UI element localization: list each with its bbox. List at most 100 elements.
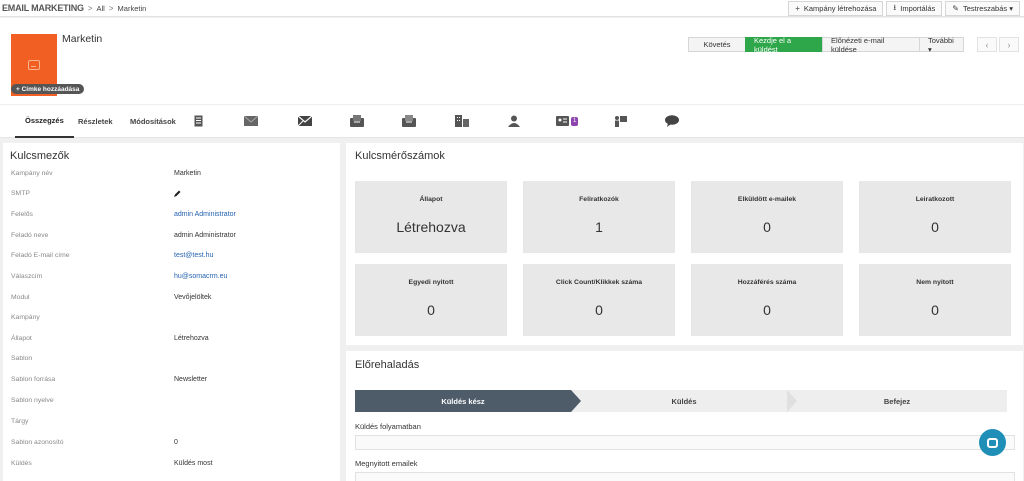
step-send-ready[interactable]: Küldés kész: [355, 390, 571, 412]
field-label: Sablon: [11, 355, 33, 362]
opened-emails-label: Megnyitott emailek: [355, 459, 418, 468]
metric-value: 0: [595, 302, 603, 318]
import-button[interactable]: ⭳ Importálás: [886, 1, 943, 16]
metric-value: 0: [427, 302, 435, 318]
email-outline-icon[interactable]: [298, 114, 312, 128]
sending-progress-label: Küldés folyamatban: [355, 422, 421, 431]
pencil-icon[interactable]: [174, 190, 181, 199]
metric-value: 0: [763, 219, 771, 235]
leads-card-icon[interactable]: 1: [556, 114, 579, 128]
field-label: Állapot: [11, 335, 32, 342]
tab-updates[interactable]: Módosítások: [130, 105, 176, 138]
header-actions: Követés Kezdje el a küldést Előnézeti e-…: [688, 36, 964, 54]
step-sending[interactable]: Küldés: [581, 390, 787, 412]
key-metrics-panel: Kulcsmérőszámok Állapot Létrehozva Felir…: [346, 143, 1023, 345]
breadcrumb-module[interactable]: EMAIL MARKETING: [2, 3, 84, 13]
record-navigation: ‹ ›: [977, 37, 1019, 52]
metric-label: Egyedi nyitott: [408, 279, 454, 286]
sending-progress-bar: [355, 435, 1015, 450]
progress-panel: Előrehaladás Küldés kész Küldés Befejez …: [346, 351, 1023, 481]
field-value: 0: [174, 439, 178, 446]
metric-card-status: Állapot Létrehozva: [355, 181, 507, 253]
field-label: Kampány név: [11, 170, 53, 177]
download-icon: ⭳: [893, 2, 897, 12]
metric-card-access-count: Hozzáférés száma 0: [691, 264, 843, 336]
metric-value: 0: [763, 302, 771, 318]
send-preview-email-button[interactable]: Előnézeti e-mail küldése: [822, 36, 920, 54]
create-campaign-label: Kampány létrehozása: [803, 4, 877, 13]
email-icon[interactable]: [244, 114, 258, 128]
breadcrumb-separator: >: [108, 3, 114, 13]
field-value: Marketin: [174, 170, 201, 177]
top-actions: + Kampány létrehozása ⭳ Importálás ✎ Tes…: [788, 1, 1020, 16]
mail-queue-icon[interactable]: [402, 114, 416, 128]
create-campaign-button[interactable]: + Kampány létrehozása: [788, 1, 884, 16]
plus-icon: +: [795, 4, 800, 13]
chat-button[interactable]: [979, 429, 1006, 456]
metric-value: 0: [931, 302, 939, 318]
documents-icon[interactable]: [194, 114, 203, 128]
key-metrics-title: Kulcsmérőszámok: [355, 150, 445, 162]
opened-emails-bar: [355, 472, 1015, 481]
more-dropdown-button[interactable]: További ▾: [919, 36, 964, 54]
campaign-email-icon[interactable]: [350, 114, 364, 128]
tab-details[interactable]: Részletek: [78, 105, 113, 138]
metric-label: Leiratkozott: [915, 196, 955, 203]
metric-card-unsubscribed: Leiratkozott 0: [859, 181, 1011, 253]
field-label: SMTP: [11, 190, 30, 197]
metric-card-not-opened: Nem nyitott 0: [859, 264, 1011, 336]
key-fields-title: Kulcsmezők: [10, 150, 70, 162]
breadcrumb-separator: >: [87, 3, 93, 13]
field-value: Vevőjelöltek: [174, 294, 212, 301]
breadcrumb-all[interactable]: All: [97, 4, 105, 13]
record-title: Marketin: [62, 33, 103, 45]
metric-value: 1: [595, 219, 603, 235]
sender-email-link[interactable]: test@test.hu: [174, 252, 213, 259]
chat-icon: [987, 437, 998, 448]
progress-steps: Küldés kész Küldés Befejez: [355, 390, 1007, 412]
field-label: Sablon nyelve: [11, 397, 54, 404]
field-label: Felelős: [11, 211, 33, 218]
presenter-icon[interactable]: [614, 114, 627, 128]
metric-value: Létrehozva: [396, 219, 466, 235]
tab-summary[interactable]: Összegzés: [15, 105, 74, 138]
metric-card-subscribers: Feliratkozók 1: [523, 181, 675, 253]
metric-card-sent-emails: Elküldött e-mailek 0: [691, 181, 843, 253]
field-label: Modul: [11, 294, 30, 301]
follow-button[interactable]: Követés: [688, 37, 746, 52]
field-label: Küldés: [11, 460, 32, 467]
leads-count-badge: 1: [571, 116, 579, 126]
metric-card-click-count: Click Count/Klikkek száma 0: [523, 264, 675, 336]
breadcrumb-current: Marketin: [117, 3, 147, 13]
organizations-icon[interactable]: [455, 114, 469, 128]
record-header: Marketin + Címke hozzáadása Követés Kezd…: [0, 18, 1024, 104]
metric-label: Állapot: [419, 196, 443, 203]
start-sending-button[interactable]: Kezdje el a küldést: [745, 36, 823, 54]
field-value: Küldés most: [174, 460, 213, 467]
owner-link[interactable]: admin Administrator: [174, 211, 236, 218]
key-fields-panel: Kulcsmezők Kampány név Marketin SMTP Fel…: [3, 143, 340, 481]
metric-label: Click Count/Klikkek száma: [555, 279, 643, 286]
field-value: admin Administrator: [174, 232, 236, 239]
contact-person-icon[interactable]: [508, 114, 520, 128]
add-tag-button[interactable]: + Címke hozzáadása: [11, 84, 85, 94]
metric-label: Nem nyitott: [916, 279, 954, 286]
field-label: Válaszcím: [11, 273, 43, 280]
import-label: Importálás: [900, 4, 936, 13]
metric-label: Hozzáférés száma: [737, 279, 797, 286]
step-finish[interactable]: Befejez: [797, 390, 997, 412]
reply-to-link[interactable]: hu@somacrm.eu: [174, 273, 227, 280]
next-record-button[interactable]: ›: [999, 37, 1019, 52]
field-label: Sablon azonosító: [11, 439, 64, 446]
metric-label: Elküldött e-mailek: [737, 196, 797, 203]
record-tabs: Összegzés Részletek Módosítások 1: [0, 104, 1024, 138]
metric-value: 0: [931, 219, 939, 235]
customize-label: Testreszabás ▾: [962, 4, 1013, 13]
previous-record-button[interactable]: ‹: [977, 37, 997, 52]
comments-icon[interactable]: [665, 114, 679, 128]
field-label: Feladó neve: [11, 232, 49, 239]
customize-button[interactable]: ✎ Testreszabás ▾: [945, 1, 1020, 16]
metric-card-unique-opened: Egyedi nyitott 0: [355, 264, 507, 336]
metric-label: Feliratkozók: [579, 196, 619, 203]
progress-title: Előrehaladás: [355, 359, 420, 371]
